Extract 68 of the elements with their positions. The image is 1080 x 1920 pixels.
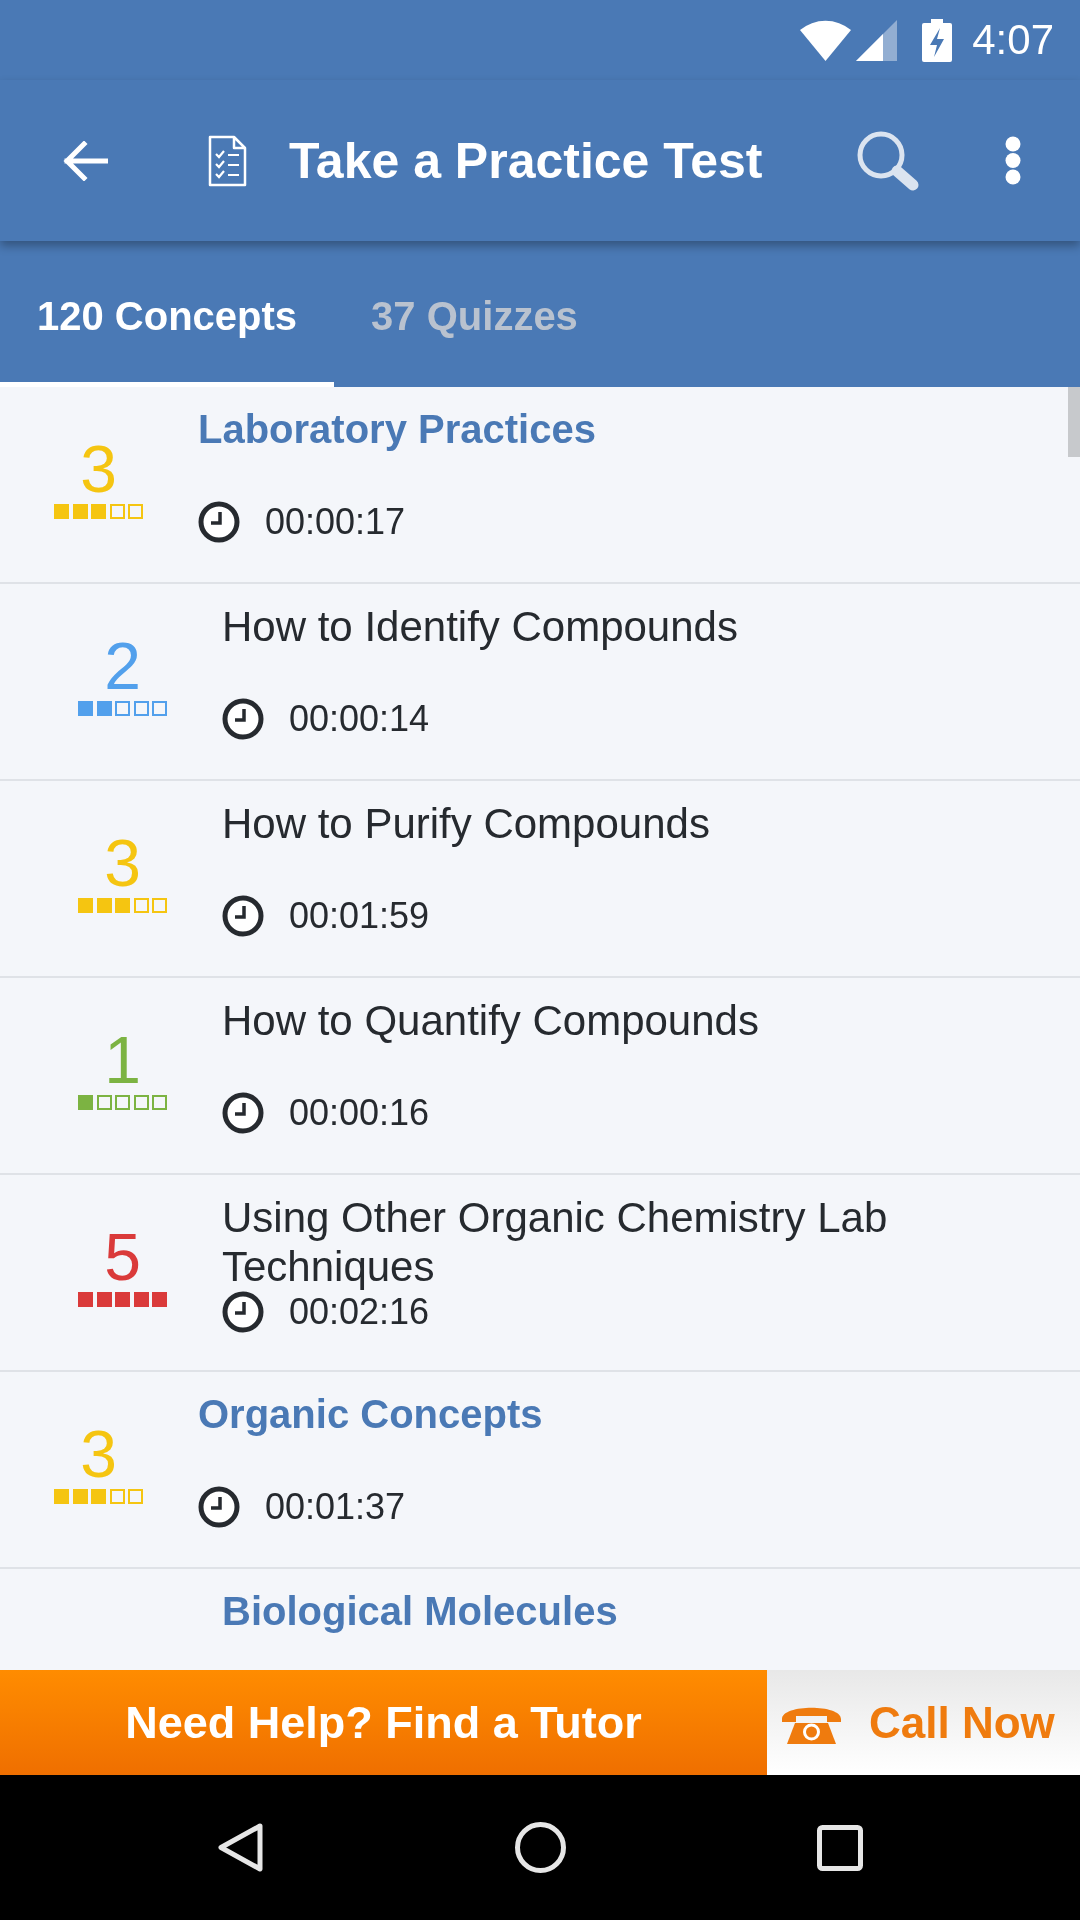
filled-rating-square: [91, 1489, 106, 1504]
duration-text: 00:00:16: [289, 1093, 430, 1133]
home-icon[interactable]: [515, 1822, 566, 1873]
empty-rating-square: [152, 1095, 167, 1110]
concept-title: How to Quantify Compounds: [222, 996, 760, 1045]
empty-rating-square: [115, 701, 130, 716]
duration-text: 00:02:16: [289, 1292, 430, 1332]
duration-text: 00:01:59: [289, 896, 430, 936]
clock-icon: [198, 1486, 240, 1528]
signal-icon: [856, 19, 898, 61]
score-number: 2: [104, 633, 141, 699]
clock-icon: [222, 895, 264, 937]
score-number: 3: [104, 830, 141, 896]
clock-icon: [222, 1291, 264, 1333]
recent-apps-icon[interactable]: [817, 1824, 863, 1871]
status-time: 4:07: [972, 19, 1054, 61]
filled-rating-square: [115, 1292, 130, 1307]
score-number: 1: [104, 1027, 141, 1093]
category-title: Organic Concepts: [198, 1391, 544, 1438]
empty-rating-square: [133, 1095, 149, 1110]
score-number: 3: [80, 436, 117, 502]
score-number: 5: [104, 1224, 141, 1290]
filled-rating-square: [78, 898, 93, 913]
empty-rating-square: [152, 898, 167, 913]
wifi-icon: [800, 19, 852, 61]
empty-rating-square: [115, 1095, 130, 1110]
empty-rating-square: [109, 1489, 125, 1504]
filled-rating-square: [78, 1095, 93, 1110]
filled-rating-square: [72, 504, 88, 519]
duration-text: 00:01:37: [265, 1487, 406, 1527]
scroll-thumb: [1068, 387, 1080, 457]
back-arrow-icon[interactable]: [61, 140, 108, 181]
filled-rating-square: [96, 898, 112, 913]
filled-rating-square: [115, 898, 130, 913]
back-icon[interactable]: [217, 1822, 264, 1873]
empty-rating-square: [128, 1489, 143, 1504]
clock-icon: [198, 501, 240, 543]
filled-rating-square: [91, 504, 106, 519]
filled-rating-square: [78, 701, 93, 716]
duration-text: 00:00:17: [265, 502, 406, 542]
document-checklist-icon: [208, 134, 247, 187]
score-number: 3: [80, 1421, 117, 1487]
empty-rating-square: [152, 701, 167, 716]
filled-rating-square: [72, 1489, 88, 1504]
category-title: Biological Molecules: [222, 1588, 619, 1635]
concept-title: How to Identify Compounds: [222, 602, 739, 651]
search-icon[interactable]: [855, 129, 921, 192]
filled-rating-square: [152, 1292, 167, 1307]
empty-rating-square: [109, 504, 125, 519]
filled-rating-square: [96, 1292, 112, 1307]
filled-rating-square: [133, 1292, 149, 1307]
empty-rating-square: [96, 1095, 112, 1110]
battery-charging-icon: [922, 18, 953, 62]
clock-icon: [222, 698, 264, 740]
clock-icon: [222, 1092, 264, 1134]
empty-rating-square: [133, 701, 149, 716]
duration-text: 00:00:14: [289, 699, 430, 739]
filled-rating-square: [54, 504, 69, 519]
empty-rating-square: [128, 504, 143, 519]
more-options-icon[interactable]: [1004, 136, 1022, 185]
concept-title: How to Purify Compounds: [222, 799, 711, 848]
screen-title: Take a Practice Test: [289, 135, 763, 186]
filled-rating-square: [54, 1489, 69, 1504]
empty-rating-square: [133, 898, 149, 913]
category-title: Laboratory Practices: [198, 406, 597, 453]
filled-rating-square: [78, 1292, 93, 1307]
filled-rating-square: [96, 701, 112, 716]
concept-title: Using Other Organic Chemistry Lab Techniques: [222, 1193, 889, 1291]
